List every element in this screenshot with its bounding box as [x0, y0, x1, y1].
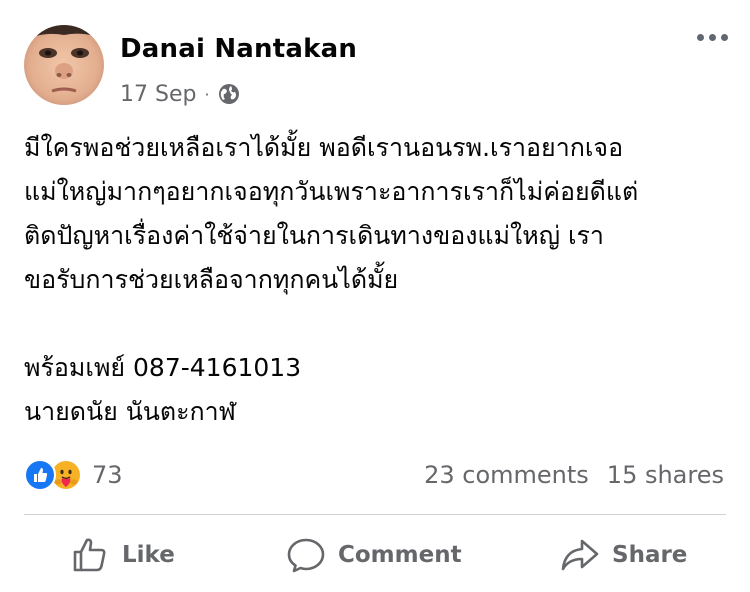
post-text-line: นายดนัย นันตะกาฬ: [24, 397, 236, 426]
post-date[interactable]: 17 Sep: [120, 82, 196, 107]
reactions-summary[interactable]: 73: [24, 458, 123, 492]
more-dot: [721, 34, 728, 41]
like-button[interactable]: Like: [70, 524, 175, 586]
more-dot: [697, 34, 704, 41]
author-name[interactable]: Danai Nantakan: [120, 34, 357, 64]
comment-button-label: Comment: [338, 542, 462, 568]
post-meta: 17 Sep ·: [120, 80, 240, 108]
author-avatar[interactable]: [24, 25, 104, 105]
shares-count-link[interactable]: 15 shares: [607, 461, 724, 489]
like-button-label: Like: [122, 542, 175, 568]
share-button-label: Share: [612, 542, 688, 568]
post-body: มีใครพอช่วยเหลือเราได้มั้ย พอดีเรานอนรพ.…: [24, 126, 732, 434]
actions-divider: [24, 514, 726, 515]
reaction-count: 73: [92, 461, 123, 489]
post-text-line: แม่ใหญ่มากๆอยากเจอทุกวันเพราะอาการเราก็ไ…: [24, 177, 639, 206]
post-text-line: ขอรับการช่วยเหลือจากทุกคนได้มั้ย: [24, 265, 399, 294]
post-text-line: มีใครพอช่วยเหลือเราได้มั้ย พอดีเรานอนรพ.…: [24, 133, 624, 162]
share-arrow-icon: [561, 539, 599, 571]
engagement-stats: 23 comments 15 shares: [424, 458, 724, 492]
post-text-blank-line: [24, 302, 732, 346]
post-actions-bar: Like Comment Share: [0, 524, 750, 586]
more-dot: [709, 34, 716, 41]
thumbs-up-icon: [73, 538, 106, 572]
post-text-line: พร้อมเพย์ 087-4161013: [24, 353, 302, 382]
facebook-post: Danai Nantakan 17 Sep · มีใครพอช่วยเหลือ…: [0, 0, 750, 592]
share-button[interactable]: Share: [560, 524, 687, 586]
comments-count-link[interactable]: 23 comments: [424, 461, 589, 489]
post-text-line: ติดปัญหาเรื่องค่าใช้จ่ายในการเดินทางของแ…: [24, 221, 604, 250]
comment-button[interactable]: Comment: [286, 524, 462, 586]
globe-icon[interactable]: [218, 83, 240, 105]
avatar-image: [24, 25, 104, 105]
meta-separator: ·: [204, 84, 210, 104]
like-reaction-icon: [24, 459, 56, 491]
comment-icon: [287, 538, 325, 573]
more-options-icon[interactable]: [697, 34, 728, 41]
